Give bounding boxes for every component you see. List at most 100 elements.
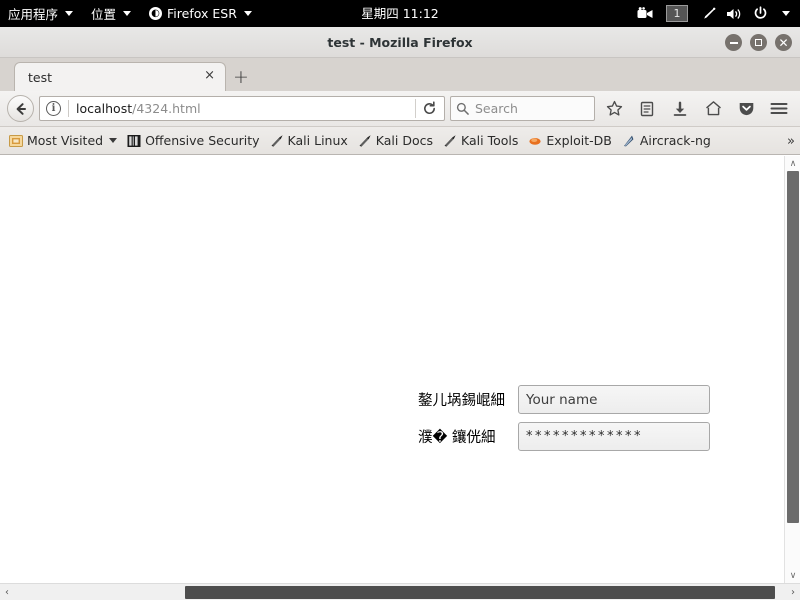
vertical-scroll-thumb[interactable] bbox=[787, 171, 799, 523]
bookmark-kali-tools[interactable]: Kali Tools bbox=[438, 131, 523, 150]
tab-strip: test × + bbox=[0, 58, 800, 91]
bookmark-label: Exploit-DB bbox=[546, 133, 612, 148]
bookmarks-toolbar: Most Visited Offensive Security Kali Lin… bbox=[0, 127, 800, 155]
star-icon bbox=[606, 100, 622, 116]
home-button[interactable] bbox=[699, 95, 727, 123]
places-menu[interactable]: 位置 bbox=[82, 0, 140, 27]
back-arrow-icon bbox=[16, 102, 26, 115]
search-placeholder: Search bbox=[475, 101, 518, 116]
horizontal-scroll-thumb[interactable] bbox=[185, 586, 775, 599]
navigation-toolbar: i localhost/4324.html Search bbox=[0, 91, 800, 127]
new-tab-button[interactable]: + bbox=[226, 62, 256, 91]
system-menu-chevron-down-icon[interactable] bbox=[774, 0, 796, 27]
username-label: 鏊儿埚錫崐細 bbox=[418, 393, 505, 409]
maximize-button[interactable] bbox=[750, 34, 767, 51]
password-row: 濮� 鑲侊細 bbox=[418, 422, 710, 451]
reload-button[interactable] bbox=[416, 97, 442, 120]
applications-menu-label: 应用程序 bbox=[8, 7, 59, 22]
vertical-scrollbar[interactable]: ∧ ∨ bbox=[784, 156, 800, 583]
search-icon bbox=[456, 102, 469, 115]
minimize-button[interactable] bbox=[725, 34, 742, 51]
back-button[interactable] bbox=[7, 95, 34, 122]
offensive-security-icon bbox=[127, 134, 141, 147]
bookmark-star-button[interactable] bbox=[600, 95, 628, 123]
color-picker-icon[interactable] bbox=[696, 0, 720, 27]
exploit-db-icon bbox=[529, 137, 541, 145]
bookmark-kali-docs[interactable]: Kali Docs bbox=[353, 131, 438, 150]
gnome-top-panel: 应用程序 位置 ◐ Firefox ESR 星期四 11:12 1 bbox=[0, 0, 800, 27]
chevron-down-icon bbox=[109, 138, 118, 143]
bookmark-label: Offensive Security bbox=[145, 133, 260, 148]
username-row: 鏊儿埚錫崐細 bbox=[418, 385, 710, 414]
chevron-down-icon bbox=[65, 11, 74, 16]
bookmark-kali-linux[interactable]: Kali Linux bbox=[265, 131, 353, 150]
bookmark-label: Kali Tools bbox=[461, 133, 519, 148]
maximize-icon bbox=[755, 39, 762, 46]
window-controls: ✕ bbox=[725, 27, 792, 58]
applications-menu[interactable]: 应用程序 bbox=[0, 0, 82, 27]
reload-icon bbox=[423, 101, 435, 114]
most-visited-icon bbox=[9, 134, 23, 147]
chevron-down-icon bbox=[123, 11, 132, 16]
page-body: 鏊儿埚錫崐細 濮� 鑲侊細 鐧诲綍 閲嶇疆 bbox=[0, 156, 784, 583]
bookmark-offensive-security[interactable]: Offensive Security bbox=[122, 131, 264, 150]
url-text: localhost/4324.html bbox=[76, 101, 415, 116]
url-path: /4324.html bbox=[132, 101, 201, 116]
screen-recorder-icon[interactable] bbox=[633, 0, 658, 27]
bookmark-aircrack-ng[interactable]: Aircrack-ng bbox=[617, 131, 716, 150]
kali-dragon-icon bbox=[271, 134, 283, 147]
bookmark-most-visited[interactable]: Most Visited bbox=[4, 131, 122, 150]
url-host: localhost bbox=[76, 101, 133, 116]
chevron-down-icon bbox=[243, 11, 252, 16]
hamburger-menu-button[interactable] bbox=[765, 95, 793, 123]
panel-clock-label: 星期四 11:12 bbox=[361, 6, 439, 21]
url-bar[interactable]: i localhost/4324.html bbox=[39, 96, 445, 121]
username-input[interactable] bbox=[518, 385, 710, 414]
tab-test[interactable]: test × bbox=[14, 62, 226, 91]
aircrack-ng-icon bbox=[623, 135, 634, 146]
download-icon bbox=[673, 101, 687, 116]
firefox-icon: ◐ bbox=[149, 7, 163, 20]
bookmark-exploit-db[interactable]: Exploit-DB bbox=[523, 131, 616, 150]
close-button[interactable]: ✕ bbox=[775, 34, 792, 51]
firefox-launcher-label: Firefox ESR bbox=[167, 6, 237, 21]
places-menu-label: 位置 bbox=[91, 7, 117, 22]
bookmark-label: Aircrack-ng bbox=[639, 133, 711, 148]
firefox-window: test - Mozilla Firefox ✕ test × + i loca… bbox=[0, 27, 800, 600]
login-form: 鏊儿埚錫崐細 濮� 鑲侊細 bbox=[418, 385, 710, 459]
hamburger-menu-icon bbox=[770, 103, 788, 114]
minimize-icon bbox=[729, 41, 738, 44]
info-icon[interactable]: i bbox=[46, 101, 61, 116]
home-icon bbox=[705, 101, 721, 116]
panel-status-tray: 1 bbox=[633, 0, 796, 27]
password-input[interactable] bbox=[518, 422, 710, 451]
firefox-launcher[interactable]: ◐ Firefox ESR bbox=[140, 0, 261, 27]
downloads-button[interactable] bbox=[666, 95, 694, 123]
library-icon bbox=[640, 101, 654, 116]
close-icon: ✕ bbox=[778, 35, 789, 50]
password-label: 濮� 鑲侊細 bbox=[418, 430, 496, 446]
tab-close-icon[interactable]: × bbox=[200, 69, 219, 84]
url-separator bbox=[68, 100, 69, 117]
bookmarks-overflow-button[interactable]: » bbox=[787, 127, 795, 155]
bookmark-label: Kali Linux bbox=[287, 133, 348, 148]
window-title: test - Mozilla Firefox bbox=[327, 34, 473, 50]
scroll-up-arrow-icon[interactable]: ∧ bbox=[785, 156, 800, 171]
tab-label: test bbox=[28, 69, 53, 85]
pocket-button[interactable] bbox=[732, 95, 760, 123]
search-bar[interactable]: Search bbox=[450, 96, 595, 121]
page-viewport: 鏊儿埚錫崐細 濮� 鑲侊細 鐧诲綍 閲嶇疆 ∧ ∨ bbox=[0, 155, 800, 598]
scroll-left-arrow-icon[interactable]: ‹ bbox=[0, 584, 14, 600]
volume-icon[interactable] bbox=[722, 0, 747, 27]
pocket-icon bbox=[739, 103, 753, 116]
scroll-right-arrow-icon[interactable]: › bbox=[786, 584, 800, 600]
workspace-number: 1 bbox=[673, 7, 681, 20]
chevron-down-icon bbox=[782, 11, 790, 16]
scroll-down-arrow-icon[interactable]: ∨ bbox=[785, 568, 800, 583]
bookmark-label: Kali Docs bbox=[375, 133, 434, 148]
horizontal-scrollbar[interactable]: ‹ › bbox=[0, 583, 800, 600]
library-button[interactable] bbox=[633, 95, 661, 123]
power-icon[interactable] bbox=[749, 0, 772, 27]
kali-dragon-icon bbox=[359, 134, 371, 147]
workspace-switcher[interactable]: 1 bbox=[666, 5, 688, 22]
